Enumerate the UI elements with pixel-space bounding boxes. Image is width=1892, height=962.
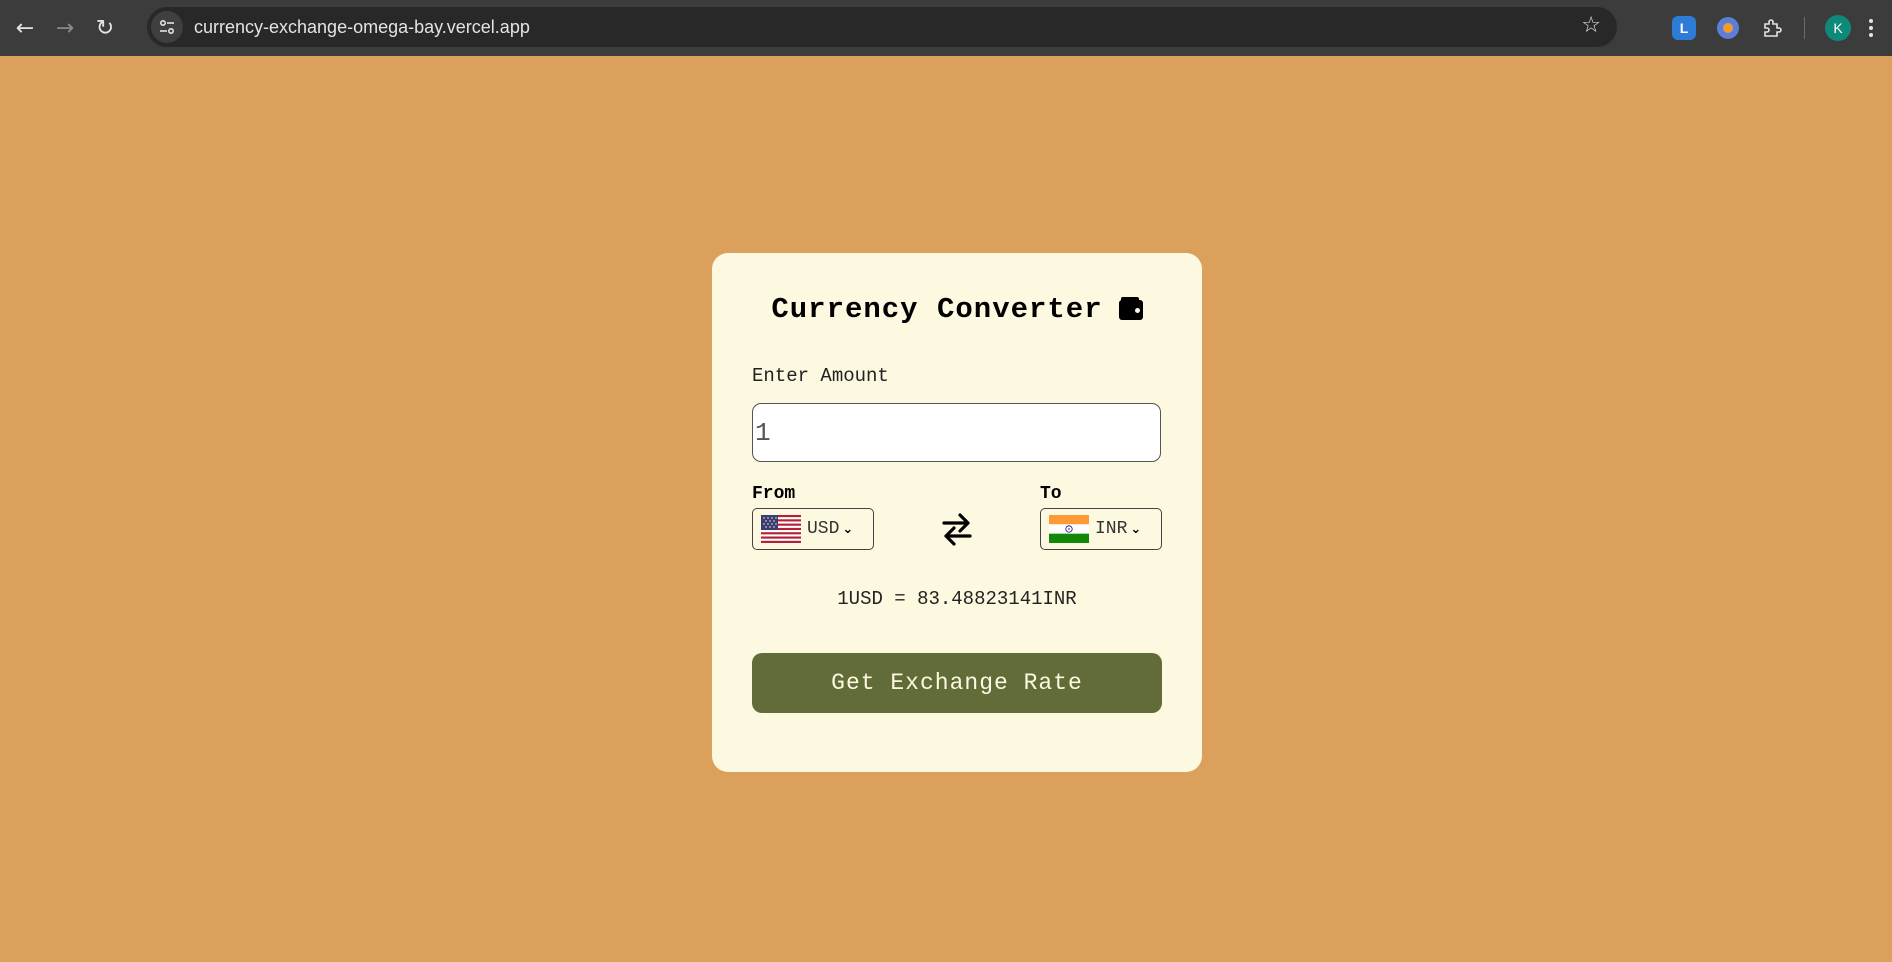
us-flag-icon (761, 515, 801, 543)
from-label: From (752, 484, 796, 504)
title-text: Currency Converter (771, 293, 1103, 326)
lastpass-icon[interactable]: L (1672, 16, 1696, 40)
menu-kebab-icon[interactable] (1869, 19, 1873, 37)
india-flag-icon (1049, 515, 1089, 543)
arrow-right-icon: → (55, 15, 75, 41)
chevron-down-icon: ⌄ (1130, 521, 1142, 537)
toolbar-divider (1804, 17, 1805, 39)
reload-icon: ↻ (95, 15, 115, 41)
url-text[interactable]: currency-exchange-omega-bay.vercel.app (194, 17, 530, 38)
get-exchange-rate-button[interactable]: Get Exchange Rate (752, 653, 1162, 713)
chevron-down-icon: ⌄ (842, 521, 854, 537)
wallet-icon (1118, 296, 1143, 320)
extension-circle-icon[interactable] (1716, 16, 1740, 40)
exchange-rate-message: 1USD = 83.48823141INR (837, 588, 1077, 610)
browser-toolbar: ← → ↻ currency-exchange-omega-bay.vercel… (0, 0, 1892, 56)
arrow-left-icon: ← (15, 15, 35, 41)
from-currency-code: USD (807, 519, 840, 539)
extensions-area: L K (1672, 8, 1873, 48)
page-title: Currency Converter (712, 293, 1202, 326)
to-currency-code: INR (1095, 519, 1128, 539)
amount-input[interactable] (752, 403, 1161, 462)
from-currency-select[interactable]: USD ⌄ (752, 508, 874, 550)
to-currency-select[interactable]: INR ⌄ (1040, 508, 1162, 550)
site-info-button[interactable] (151, 11, 183, 43)
profile-avatar[interactable]: K (1825, 15, 1851, 41)
address-bar[interactable]: currency-exchange-omega-bay.vercel.app ☆ (147, 7, 1617, 47)
converter-card: Currency Converter Enter Amount From USD… (712, 253, 1202, 772)
swap-arrows-icon[interactable] (940, 509, 974, 549)
amount-label: Enter Amount (752, 365, 889, 387)
back-button[interactable]: ← (5, 8, 45, 48)
reload-button[interactable]: ↻ (85, 8, 125, 48)
star-icon[interactable]: ☆ (1581, 13, 1601, 38)
forward-button[interactable]: → (45, 8, 85, 48)
to-label: To (1040, 484, 1062, 504)
puzzle-icon[interactable] (1760, 16, 1784, 40)
tune-icon (159, 19, 175, 35)
